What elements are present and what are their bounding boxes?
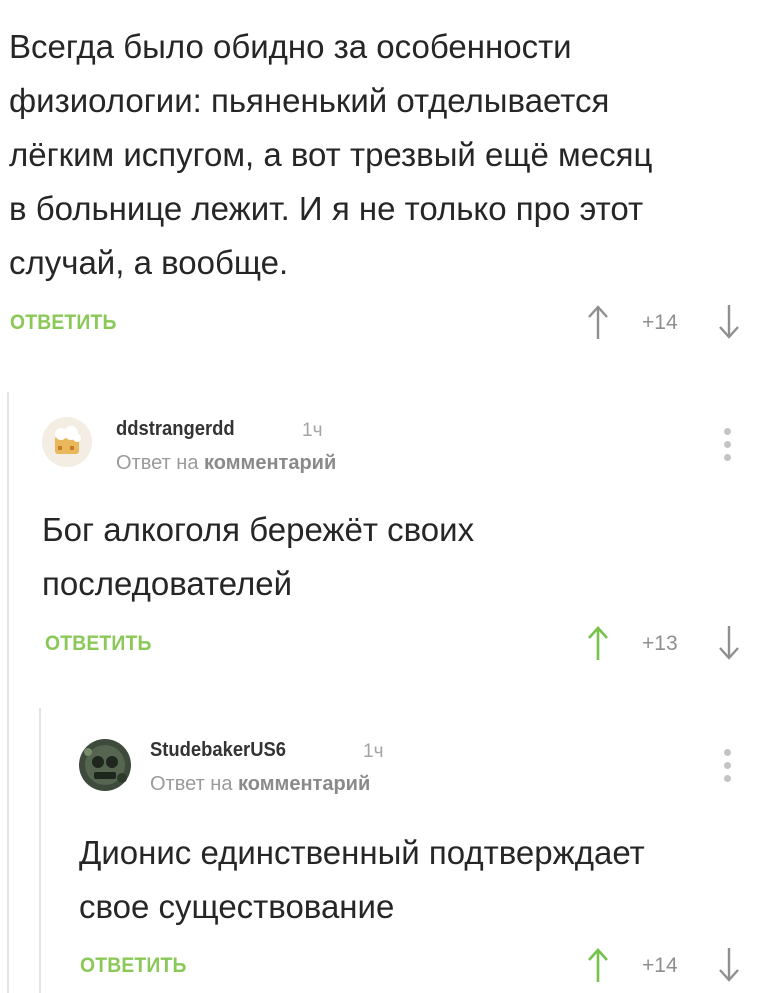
downvote-button[interactable] <box>717 946 741 984</box>
reply-to-link[interactable]: комментарий <box>238 773 370 795</box>
comment-text-line: Бог алкоголя бережёт своих <box>42 511 475 548</box>
arrow-down-icon <box>719 305 739 339</box>
rating-value: +14 <box>642 311 678 334</box>
thread-line[interactable] <box>7 392 9 993</box>
arrow-down-icon <box>719 626 739 660</box>
comment-time: 1ч <box>363 741 384 762</box>
comment-text-line: лёгким испугом, а вот трезвый ещё месяц <box>9 136 653 173</box>
rating-value: +14 <box>642 954 678 977</box>
comment-2-text: Бог алкоголя бережёт своих последователе… <box>42 503 474 611</box>
reply-button[interactable]: ОТВЕТИТЬ <box>80 954 187 978</box>
avatar[interactable] <box>78 738 132 792</box>
arrow-up-icon <box>588 948 608 982</box>
comment-1-text: Всегда было обидно за особенности физиол… <box>9 20 652 290</box>
arrow-up-icon <box>588 626 608 660</box>
upvote-button[interactable] <box>586 946 610 984</box>
arrow-down-icon <box>719 948 739 982</box>
reply-button[interactable]: ОТВЕТИТЬ <box>10 311 117 335</box>
avatar[interactable] <box>41 416 93 468</box>
more-vertical-icon[interactable] <box>718 424 738 466</box>
reply-to-line: Ответ на комментарий <box>116 452 336 475</box>
reply-to-link[interactable]: комментарий <box>204 452 336 474</box>
more-vertical-icon[interactable] <box>718 745 738 787</box>
comment-text-line: Всегда было обидно за особенности <box>9 28 572 65</box>
comment-time: 1ч <box>302 420 323 441</box>
username[interactable]: StudebakerUS6 <box>150 739 286 762</box>
comment-text-line: физиологии: пьяненький отделывается <box>9 82 610 119</box>
comment-3-text: Дионис единственный подтверждает свое су… <box>79 826 645 934</box>
username[interactable]: ddstrangerdd <box>116 418 235 441</box>
upvote-button[interactable] <box>586 303 610 341</box>
comment-text-line: Дионис единственный подтверждает <box>79 834 645 871</box>
arrow-up-icon <box>588 305 608 339</box>
comment-text-line: случай, а вообще. <box>9 244 289 281</box>
downvote-button[interactable] <box>717 624 741 662</box>
downvote-button[interactable] <box>717 303 741 341</box>
thread-line[interactable] <box>39 708 41 993</box>
reply-to-prefix: Ответ на <box>116 452 199 474</box>
reply-to-line: Ответ на комментарий <box>150 773 370 796</box>
rating-value: +13 <box>642 632 678 655</box>
comment-text-line: свое существование <box>79 888 395 925</box>
reply-button[interactable]: ОТВЕТИТЬ <box>45 632 152 656</box>
upvote-button[interactable] <box>586 624 610 662</box>
comment-text-line: последователей <box>42 565 293 602</box>
reply-to-prefix: Ответ на <box>150 773 233 795</box>
comment-text-line: в больнице лежит. И я не только про этот <box>9 190 644 227</box>
